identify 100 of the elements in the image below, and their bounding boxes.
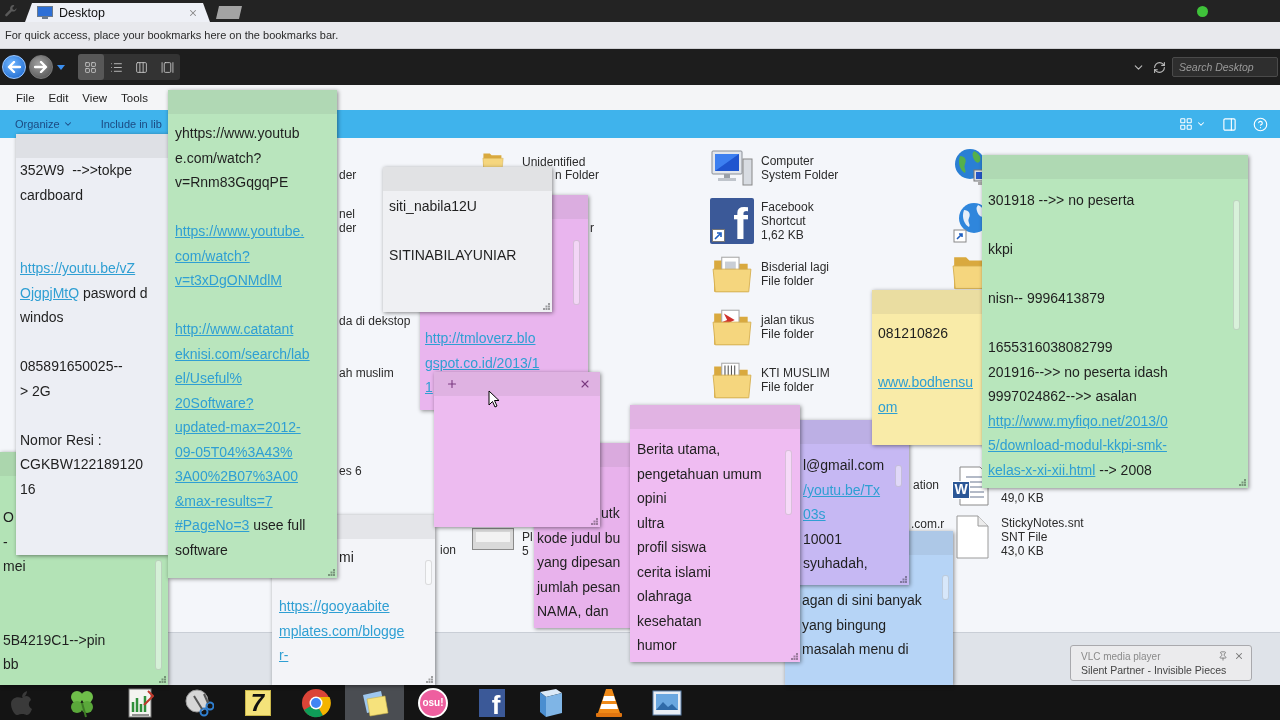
note-link[interactable]: https://youtu.be/vZ	[20, 260, 136, 277]
file-label: 43,0 KB	[1001, 543, 1045, 558]
note-text: Berita utama,	[637, 441, 721, 458]
note-link[interactable]: 09-05T04%3A43%	[175, 443, 293, 460]
list-view-icon	[109, 60, 123, 74]
gallery-view-icon	[160, 60, 174, 74]
mouse-pointer-icon	[488, 390, 500, 408]
notification-text: Silent Partner - Invisible Pieces	[1081, 664, 1228, 676]
note-link[interactable]: 3A00%2B07%3A00	[175, 468, 298, 485]
file-label: System Folder	[761, 167, 839, 182]
forward-button[interactable]	[29, 55, 53, 79]
note-link[interactable]: http://www.myfiqo.net/2013/0	[988, 412, 1168, 429]
logo-tile: W	[952, 480, 970, 499]
note-text: yhttps://www.youtub	[175, 125, 300, 142]
note-text: software	[175, 541, 228, 558]
note-link[interactable]: eknisi.com/search/lab	[175, 345, 310, 362]
note-text: l@gmail.com	[803, 457, 885, 474]
taskbar-button[interactable]: 7	[228, 685, 287, 720]
note-link[interactable]: v=t3xDgONMdlM	[175, 272, 282, 289]
shortcut-arrow-icon	[712, 228, 725, 242]
note-link[interactable]: &max-results=7	[175, 492, 273, 509]
menu-item[interactable]: File	[16, 91, 35, 104]
note-link[interactable]: 20Software?	[175, 394, 254, 411]
note-text: utk	[601, 505, 620, 522]
note-text: 10001	[803, 530, 842, 547]
tab-close-button[interactable]	[188, 7, 198, 18]
note-link[interactable]: http://tmloverz.blo	[425, 330, 536, 347]
note-text: -	[3, 533, 8, 550]
note-link[interactable]: mplates.com/blogge	[279, 622, 405, 639]
note-text: yang bingung	[802, 616, 887, 633]
file-label: Computer	[761, 153, 815, 168]
note-text: 201916-->> no peserta idash	[988, 363, 1168, 380]
file-label: der	[339, 167, 357, 182]
browser-tab[interactable]: Desktop	[25, 3, 210, 22]
file-label: n Folder	[555, 167, 600, 182]
note-text: 5B4219C1-->pin	[3, 631, 106, 648]
command-button[interactable]: Organize	[15, 118, 73, 130]
resize-grip-icon	[543, 303, 550, 310]
file-label: 49,0 KB	[1001, 490, 1044, 505]
wrench-icon	[4, 4, 18, 18]
browser-icon	[301, 687, 331, 718]
scrollbar	[942, 575, 949, 600]
view-button[interactable]	[78, 54, 104, 80]
resize-grip-icon	[1239, 479, 1246, 486]
resize-grip-icon	[591, 518, 598, 525]
close-button[interactable]	[1233, 650, 1245, 662]
taskbar-button[interactable]: osu!	[403, 685, 463, 720]
plus-icon	[446, 378, 458, 390]
note-link[interactable]: updated-max=2012-	[175, 419, 301, 436]
note-text: agan di sini banyak	[802, 592, 922, 609]
note-text: e.com/watch?	[175, 149, 262, 166]
logo-tile: f	[710, 197, 754, 244]
note-link[interactable]: el/Useful%	[175, 370, 242, 387]
file-label: Pl	[522, 529, 533, 544]
note-link[interactable]: http://www.catatant	[175, 321, 294, 338]
resize-grip-icon	[426, 676, 433, 683]
file-label: nel	[339, 206, 356, 221]
note-link[interactable]: gspot.co.id/2013/1	[425, 354, 540, 371]
file-label: File folder	[761, 379, 815, 394]
note-link[interactable]: 03s	[803, 506, 826, 523]
back-button[interactable]	[2, 55, 26, 79]
note-link[interactable]: 5/download-modul-kkpi-smk-	[988, 437, 1167, 454]
picture-icon	[652, 689, 682, 716]
menu-item[interactable]: View	[82, 91, 108, 104]
note-link[interactable]: /youtu.be/Tx	[803, 481, 881, 498]
note-text: nisn-- 9996413879	[988, 290, 1105, 307]
note-link[interactable]: om	[878, 398, 898, 415]
note-text: NAMA, dan	[537, 603, 609, 620]
note-text: CGKBW122189120	[20, 456, 143, 473]
note-link[interactable]: OjgpjMtQ	[20, 284, 80, 301]
search-field[interactable]: Search Desktop	[1172, 57, 1278, 77]
resize-grip-icon	[791, 653, 798, 660]
notification-title: VLC media player	[1081, 650, 1161, 662]
note-link[interactable]: com/watch?	[175, 247, 250, 264]
note-link[interactable]: 1	[425, 379, 433, 396]
note-text: 1655316038082799	[988, 339, 1113, 356]
taskbar-button[interactable]: f	[462, 685, 521, 720]
note-link[interactable]: #PageNo=3	[175, 517, 250, 534]
menu-item[interactable]: Edit	[48, 91, 69, 104]
close-button[interactable]	[579, 378, 591, 390]
file-label: SNT File	[1001, 529, 1048, 544]
note-text: yang dipesan	[537, 554, 621, 571]
note-text: kelas-x-xi-xii.html --> 2008	[988, 461, 1152, 478]
file-label: StickyNotes.snt	[1001, 515, 1084, 530]
note-text: 16	[20, 480, 36, 497]
note-text: cerita islami	[637, 563, 711, 580]
note-link[interactable]: https://www.youtube.	[175, 223, 305, 240]
note-link[interactable]: kelas-x-xi-xii.html	[988, 461, 1096, 478]
note-link[interactable]: www.bodhensu	[878, 374, 973, 391]
note-text: jumlah pesan	[537, 578, 621, 595]
command-button[interactable]: Include in lib	[100, 118, 162, 130]
taskbar-button[interactable]	[345, 685, 404, 720]
grid-view-icon	[84, 60, 98, 74]
new-tab-button[interactable]	[216, 6, 242, 19]
new-note-button[interactable]	[446, 378, 458, 390]
note-text: #PageNo=3 usee full	[175, 517, 306, 534]
menu-item[interactable]: Tools	[121, 91, 148, 104]
note-text: > 2G	[20, 382, 51, 399]
note-link[interactable]: https://gooyaabite	[279, 598, 390, 615]
note-link[interactable]: r-	[279, 647, 289, 664]
